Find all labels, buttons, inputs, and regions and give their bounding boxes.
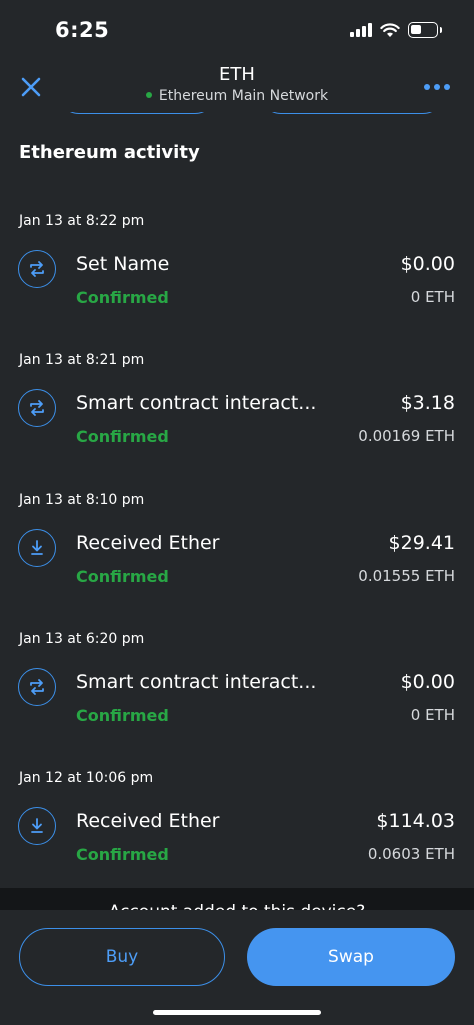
transaction-amount: 0.01555 ETH: [358, 566, 455, 585]
transaction-date: Jan 13 at 8:10 pm: [19, 491, 145, 508]
bottom-action-bar: Buy Swap: [0, 910, 474, 1025]
swap-button[interactable]: Swap: [247, 928, 455, 986]
top-actions-peek: [0, 112, 474, 122]
transaction-title: Received Ether: [76, 810, 220, 833]
transaction-fiat-value: $3.18: [400, 392, 455, 415]
transaction-date: Jan 13 at 8:21 pm: [19, 352, 145, 369]
swap-arrows-icon: [18, 389, 56, 428]
transaction-item[interactable]: Jan 13 at 8:22 pm Set Name Confirmed $0.…: [0, 205, 474, 344]
transaction-date: Jan 13 at 6:20 pm: [19, 630, 145, 647]
transaction-amount: 0.0603 ETH: [367, 845, 455, 864]
transaction-list: Jan 13 at 8:22 pm Set Name Confirmed $0.…: [0, 205, 474, 901]
home-indicator[interactable]: [153, 1010, 321, 1015]
swap-arrows-icon: [18, 667, 56, 706]
network-status-dot: [145, 92, 152, 98]
section-title: Ethereum activity: [19, 142, 200, 163]
transaction-title: Received Ether: [76, 531, 220, 554]
cellular-signal-icon: [350, 23, 372, 37]
transaction-amount: 0 ETH: [410, 705, 455, 724]
battery-icon: [408, 22, 442, 38]
transaction-item[interactable]: Jan 13 at 6:20 pm Smart contract interac…: [0, 623, 474, 762]
swap-arrows-icon: [18, 250, 56, 288]
transaction-status: Confirmed: [76, 845, 169, 865]
receive-icon: [18, 528, 56, 567]
transaction-status: Confirmed: [76, 288, 169, 307]
status-icons: [350, 22, 442, 38]
transaction-status: Confirmed: [76, 705, 169, 725]
buy-button[interactable]: Buy: [19, 928, 225, 986]
transaction-amount: 0.00169 ETH: [358, 427, 455, 446]
peek-button-right[interactable]: [260, 112, 444, 114]
transaction-title: Smart contract interact...: [76, 392, 317, 415]
transaction-fiat-value: $114.03: [376, 810, 455, 833]
transaction-date: Jan 12 at 10:06 pm: [19, 770, 154, 787]
transaction-status: Confirmed: [76, 427, 169, 447]
network-name: Ethereum Main Network: [158, 88, 329, 104]
transaction-title: Set Name: [76, 253, 170, 275]
header: ETH Ethereum Main Network: [0, 60, 474, 112]
transaction-item[interactable]: Jan 13 at 8:10 pm Received Ether Confirm…: [0, 484, 474, 623]
transaction-fiat-value: $29.41: [388, 531, 455, 554]
footer-peek-text: Account added to this device?: [0, 897, 474, 911]
transaction-title: Smart contract interact...: [76, 670, 317, 693]
status-bar: 6:25: [0, 0, 474, 60]
transaction-fiat-value: $0.00: [400, 670, 455, 693]
transaction-status: Confirmed: [76, 566, 169, 586]
wifi-icon: [380, 22, 400, 37]
page-title: ETH: [219, 64, 255, 85]
transaction-fiat-value: $0.00: [400, 253, 455, 275]
peek-button-left[interactable]: [58, 112, 216, 114]
more-options-icon[interactable]: [424, 84, 450, 90]
receive-icon: [18, 807, 56, 846]
transaction-date: Jan 13 at 8:22 pm: [19, 213, 145, 229]
transaction-item[interactable]: Jan 13 at 8:21 pm Smart contract interac…: [0, 344, 474, 483]
status-time: 6:25: [55, 18, 110, 42]
transaction-item[interactable]: Jan 12 at 10:06 pm Received Ether Confir…: [0, 762, 474, 901]
transaction-amount: 0 ETH: [410, 288, 455, 306]
network-indicator[interactable]: Ethereum Main Network: [0, 88, 474, 104]
